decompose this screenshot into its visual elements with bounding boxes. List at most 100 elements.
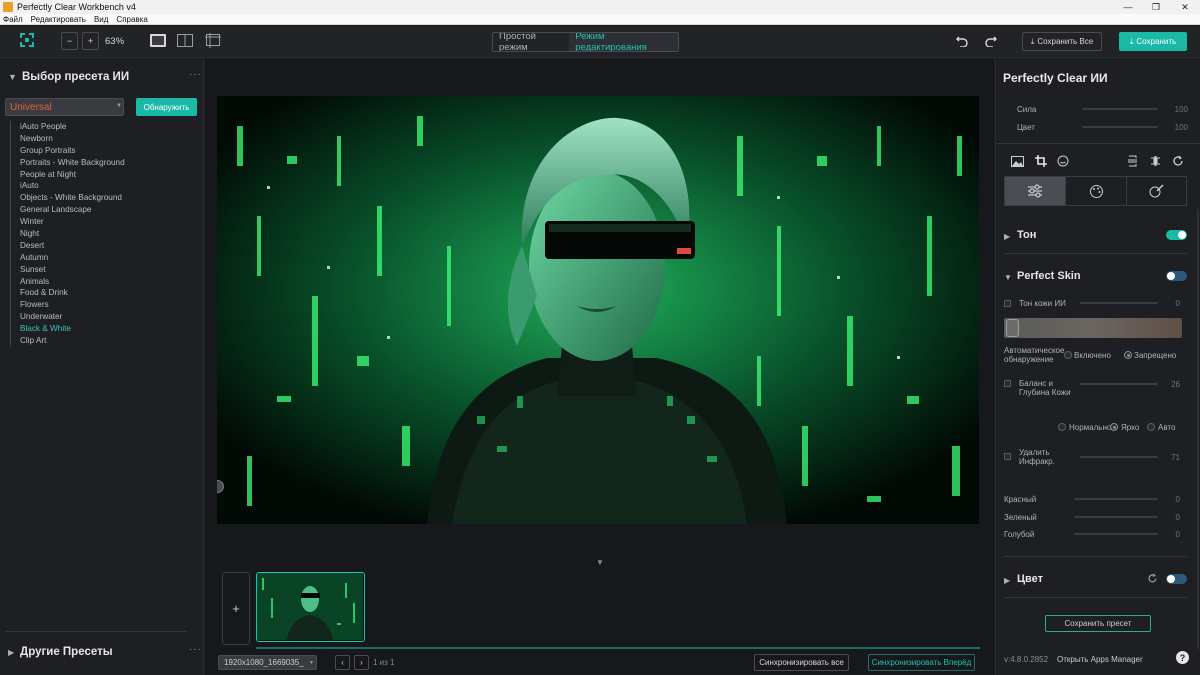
bright-radio[interactable] (1110, 423, 1118, 431)
divider (1004, 556, 1187, 557)
perfect-skin-section-title[interactable]: Perfect Skin (1017, 270, 1081, 282)
effects-tab[interactable] (1065, 177, 1125, 205)
file-dropdown[interactable]: 1920x1080_1669035_ ▼ (218, 655, 317, 670)
preset-item[interactable]: Sunset (10, 263, 200, 276)
color-section-title[interactable]: Цвет (1017, 573, 1043, 585)
zoom-out-button[interactable]: − (61, 32, 78, 50)
perfect-skin-toggle[interactable] (1166, 271, 1187, 281)
divider (1004, 253, 1187, 254)
preset-item[interactable]: Desert (10, 239, 200, 252)
redo-icon[interactable] (985, 35, 997, 47)
detect-button[interactable]: Обнаружить (136, 98, 197, 116)
retouch-tab[interactable] (1125, 177, 1186, 205)
auto-radio[interactable] (1147, 423, 1155, 431)
flip-vertical-icon[interactable] (1127, 155, 1138, 167)
mode-edit-tab[interactable]: Режим редактирования (569, 33, 678, 51)
more-options-icon[interactable]: ··· (189, 69, 202, 80)
preset-item[interactable]: People at Night (10, 168, 200, 181)
preset-item[interactable]: iAuto People (10, 121, 200, 133)
more-options-icon[interactable]: ··· (189, 644, 202, 655)
next-image-button[interactable]: › (354, 655, 369, 670)
preset-item[interactable]: Objects - White Background (10, 192, 200, 205)
save-preset-button[interactable]: Сохранить пресет (1045, 615, 1151, 632)
other-presets-title[interactable]: Другие Пресеты (20, 646, 113, 658)
add-image-button[interactable]: + (222, 572, 250, 645)
red-slider[interactable] (1074, 498, 1158, 500)
tone-toggle[interactable] (1166, 230, 1187, 240)
remove-ir-checkbox[interactable] (1004, 453, 1011, 460)
tone-section-title[interactable]: Тон (1017, 229, 1036, 241)
app-icon (3, 2, 13, 12)
preset-item[interactable]: Portraits - White Background (10, 156, 200, 169)
color-section-toggle[interactable] (1166, 574, 1187, 584)
filmstrip-toggle-icon[interactable]: ▼ (596, 558, 604, 567)
collapse-triangle-icon[interactable]: ▼ (1004, 273, 1012, 282)
thumbnail[interactable] (256, 572, 365, 642)
prev-image-button[interactable]: ‹ (335, 655, 350, 670)
preset-item[interactable]: General Landscape (10, 204, 200, 217)
enabled-radio[interactable] (1064, 351, 1072, 359)
filmstrip-scrollbar[interactable] (256, 647, 980, 649)
menu-view[interactable]: Вид (94, 15, 108, 24)
preset-item[interactable]: Clip Art (10, 335, 200, 347)
minimize-button[interactable]: — (1115, 0, 1141, 14)
preset-item[interactable]: Flowers (10, 299, 200, 312)
preset-item[interactable]: Food & Drink (10, 287, 200, 300)
preset-item[interactable]: iAuto (10, 180, 200, 193)
undo-icon[interactable] (956, 35, 968, 47)
zoom-in-button[interactable]: + (82, 32, 99, 50)
preset-dropdown[interactable]: Universal ▼ (5, 98, 124, 116)
preset-item[interactable]: Animals (10, 275, 200, 288)
menu-help[interactable]: Справка (116, 15, 147, 24)
save-button[interactable]: ⤓ Сохранить (1119, 32, 1187, 51)
remove-ir-slider[interactable] (1080, 456, 1158, 458)
expand-triangle-icon[interactable]: ▶ (1004, 232, 1010, 241)
maximize-button[interactable]: ❐ (1143, 0, 1169, 14)
flip-horizontal-icon[interactable] (1150, 155, 1161, 167)
green-slider[interactable] (1074, 516, 1158, 518)
preset-item[interactable]: Newborn (10, 132, 200, 145)
image-icon[interactable] (1011, 156, 1024, 167)
split-view-icon[interactable] (177, 34, 193, 47)
blue-slider[interactable] (1074, 533, 1158, 535)
auto-label: Авто (1158, 423, 1176, 432)
compare-view-icon[interactable] (205, 33, 221, 48)
color-value: 100 (1174, 123, 1188, 132)
expand-triangle-icon[interactable]: ▶ (8, 648, 14, 657)
single-view-icon[interactable] (150, 34, 166, 47)
help-icon[interactable]: ? (1176, 651, 1189, 664)
panel-scrollbar[interactable] (1197, 209, 1199, 649)
collapse-triangle-icon[interactable]: ▼ (8, 72, 17, 82)
skin-tone-checkbox[interactable] (1004, 300, 1011, 307)
photo-canvas[interactable] (217, 96, 979, 524)
skin-tone-gradient-bar[interactable] (1004, 318, 1182, 338)
color-slider[interactable] (1082, 126, 1158, 128)
expand-triangle-icon[interactable]: ▶ (1004, 576, 1010, 585)
preset-item[interactable]: Group Portraits (10, 144, 200, 157)
skin-tone-picker-handle[interactable] (1006, 319, 1019, 337)
balance-checkbox[interactable] (1004, 380, 1011, 387)
menu-edit[interactable]: Редактировать (31, 15, 86, 24)
face-icon[interactable] (1057, 155, 1069, 167)
preset-item[interactable]: Autumn (10, 251, 200, 264)
menu-file[interactable]: Файл (3, 15, 23, 24)
preset-item[interactable]: Underwater (10, 311, 200, 324)
preset-item[interactable]: Black & White (10, 323, 200, 336)
balance-slider[interactable] (1080, 383, 1158, 385)
sync-all-button[interactable]: Синхронизировать все (754, 654, 849, 671)
close-button[interactable]: ✕ (1172, 0, 1198, 14)
strength-slider[interactable] (1082, 108, 1158, 110)
preset-item[interactable]: Winter (10, 216, 200, 229)
normal-radio[interactable] (1058, 423, 1066, 431)
skin-tone-slider[interactable] (1080, 302, 1158, 304)
rotate-icon[interactable] (1172, 155, 1184, 167)
reset-icon[interactable] (1147, 573, 1158, 584)
sync-forward-button[interactable]: Синхронизировать Вперёд (868, 654, 975, 671)
apps-manager-link[interactable]: Открыть Apps Manager (1057, 655, 1143, 664)
sliders-tab[interactable] (1005, 177, 1066, 205)
crop-icon[interactable] (1035, 155, 1047, 167)
mode-simple-tab[interactable]: Простой режим (493, 33, 570, 51)
preset-item[interactable]: Night (10, 228, 200, 240)
save-all-button[interactable]: ⤓ Сохранить Все (1022, 32, 1102, 51)
forbidden-radio[interactable] (1124, 351, 1132, 359)
